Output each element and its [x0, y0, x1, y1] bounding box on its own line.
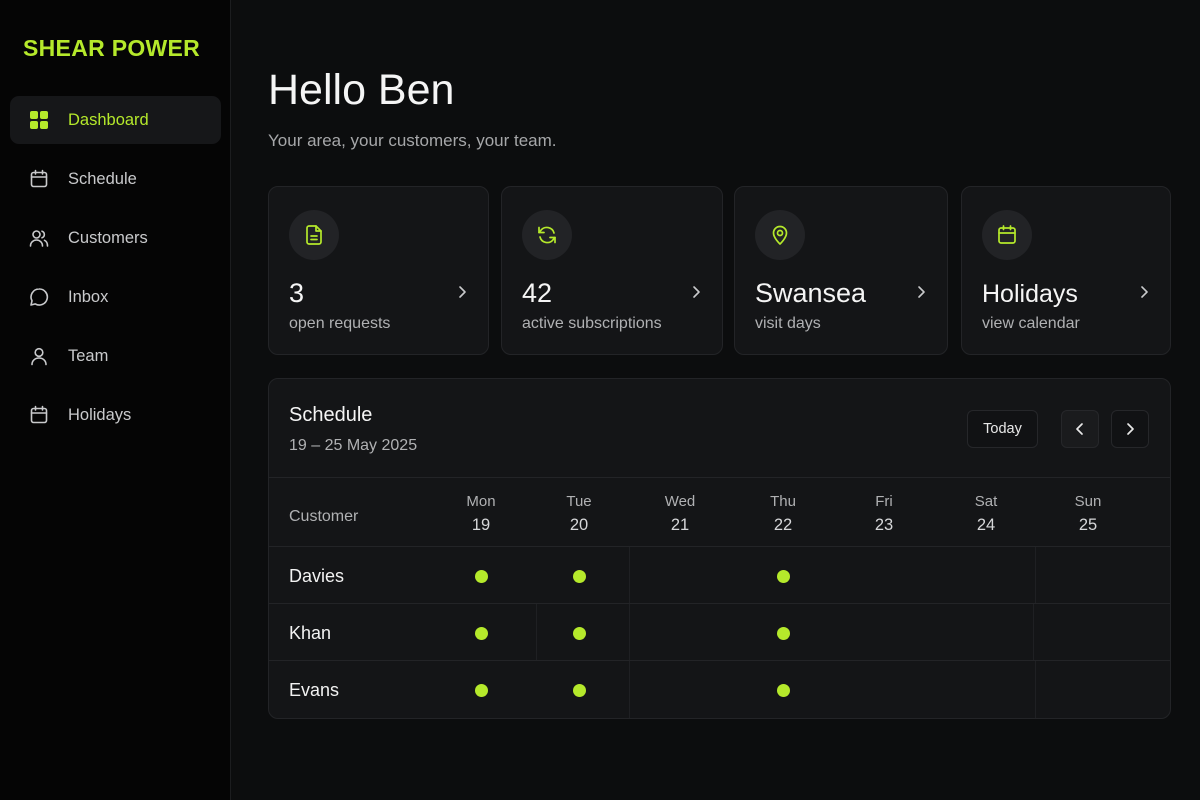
- sidebar-item-holidays[interactable]: Holidays: [10, 391, 221, 439]
- card-open-requests[interactable]: 3 open requests: [268, 186, 489, 355]
- day-date: 19: [471, 516, 491, 534]
- day-date: 25: [1078, 516, 1098, 534]
- calendar-icon: [29, 169, 49, 189]
- day-date: 22: [773, 516, 793, 534]
- page-title: Hello Ben: [268, 66, 455, 114]
- visit-dot[interactable]: [776, 627, 790, 640]
- visit-dot[interactable]: [572, 684, 586, 697]
- day-header: Fri 23: [854, 493, 914, 535]
- refresh-icon: [522, 210, 572, 260]
- card-active-subscriptions[interactable]: 42 active subscriptions: [501, 186, 723, 355]
- card-value: 3: [289, 278, 305, 308]
- card-value: 42: [522, 278, 553, 308]
- day-name: Tue: [566, 493, 592, 510]
- day-name: Sun: [1074, 493, 1102, 510]
- chevron-right-icon: [1141, 286, 1148, 298]
- grid-divider: [1033, 604, 1034, 660]
- card-label: view calendar: [982, 315, 1080, 332]
- card-label: open requests: [289, 315, 391, 332]
- brand-logo[interactable]: SHEAR POWER: [23, 35, 200, 62]
- day-date: 21: [670, 516, 690, 534]
- day-name: Wed: [664, 493, 696, 510]
- table-row[interactable]: Khan: [269, 604, 1170, 661]
- grid-divider: [629, 547, 630, 603]
- day-name: Thu: [770, 493, 796, 510]
- chevron-right-icon: [459, 286, 466, 298]
- visit-dot[interactable]: [572, 570, 586, 583]
- sidebar-item-label: Customers: [68, 228, 148, 247]
- day-date: 24: [976, 516, 996, 534]
- day-date: 20: [569, 516, 589, 534]
- chevron-right-icon: [918, 286, 925, 298]
- card-holidays[interactable]: Holidays view calendar: [961, 186, 1171, 355]
- day-header: Mon 19: [451, 493, 511, 535]
- chevron-right-icon: [1127, 423, 1134, 435]
- calendar-icon: [29, 405, 49, 425]
- visit-dot[interactable]: [474, 627, 488, 640]
- map-pin-icon: [755, 210, 805, 260]
- day-name: Mon: [466, 493, 496, 510]
- day-header: Tue 20: [549, 493, 609, 535]
- day-header: Wed 21: [650, 493, 710, 535]
- card-visit-days[interactable]: Swansea visit days: [734, 186, 948, 355]
- chat-bubble-icon: [29, 287, 49, 307]
- previous-week-button[interactable]: [1061, 410, 1099, 448]
- day-header: Sat 24: [956, 493, 1016, 535]
- visit-dot[interactable]: [474, 684, 488, 697]
- sidebar-item-schedule[interactable]: Schedule: [10, 155, 221, 203]
- user-icon: [29, 346, 49, 366]
- sidebar-item-label: Schedule: [68, 169, 137, 188]
- grid-divider: [1035, 547, 1036, 603]
- document-icon: [289, 210, 339, 260]
- card-label: active subscriptions: [522, 315, 662, 332]
- sidebar-item-label: Holidays: [68, 405, 132, 424]
- day-date: 23: [874, 516, 894, 534]
- schedule-date-range: 19 – 25 May 2025: [289, 437, 418, 454]
- grid-divider: [629, 604, 630, 660]
- chevron-right-icon: [693, 286, 700, 298]
- users-icon: [29, 228, 49, 248]
- grid-divider: [536, 604, 537, 660]
- day-header: Thu 22: [753, 493, 813, 535]
- grid-divider: [629, 661, 630, 718]
- schedule-panel: Schedule 19 – 25 May 2025 Today Customer…: [268, 378, 1171, 719]
- grid-icon: [29, 110, 49, 130]
- calendar-icon: [982, 210, 1032, 260]
- schedule-header-row: Customer Mon 19 Tue 20 Wed 21 Thu 22 Fri 23 S…: [269, 477, 1170, 547]
- today-button[interactable]: Today: [967, 410, 1038, 448]
- page-subtitle: Your area, your customers, your team.: [268, 131, 557, 150]
- card-value: Swansea: [755, 278, 867, 308]
- visit-dot[interactable]: [572, 627, 586, 640]
- chevron-left-icon: [1076, 423, 1083, 435]
- sidebar-item-inbox[interactable]: Inbox: [10, 273, 221, 321]
- sidebar-item-customers[interactable]: Customers: [10, 214, 221, 262]
- sidebar-nav: Dashboard Schedule Customers Inbox Team: [10, 96, 221, 450]
- sidebar: SHEAR POWER Dashboard Schedule Customers…: [0, 0, 231, 800]
- customer-name: Khan: [289, 623, 332, 643]
- schedule-title: Schedule: [289, 404, 373, 426]
- visit-dot[interactable]: [776, 570, 790, 583]
- card-label: visit days: [755, 315, 821, 332]
- visit-dot[interactable]: [776, 684, 790, 697]
- customer-name: Evans: [289, 680, 340, 700]
- customer-name: Davies: [289, 566, 345, 586]
- table-row[interactable]: Evans: [269, 661, 1170, 718]
- sidebar-item-label: Inbox: [68, 287, 109, 306]
- sidebar-item-team[interactable]: Team: [10, 332, 221, 380]
- grid-divider: [1035, 661, 1036, 718]
- visit-dot[interactable]: [474, 570, 488, 583]
- sidebar-item-dashboard[interactable]: Dashboard: [10, 96, 221, 144]
- next-week-button[interactable]: [1111, 410, 1149, 448]
- sidebar-item-label: Dashboard: [68, 110, 149, 129]
- day-header: Sun 25: [1058, 493, 1118, 535]
- day-name: Sat: [974, 493, 998, 510]
- table-row[interactable]: Davies: [269, 547, 1170, 604]
- day-name: Fri: [875, 493, 893, 510]
- customer-column-header: Customer: [289, 508, 359, 525]
- sidebar-item-label: Team: [68, 346, 109, 365]
- card-value: Holidays: [982, 280, 1078, 308]
